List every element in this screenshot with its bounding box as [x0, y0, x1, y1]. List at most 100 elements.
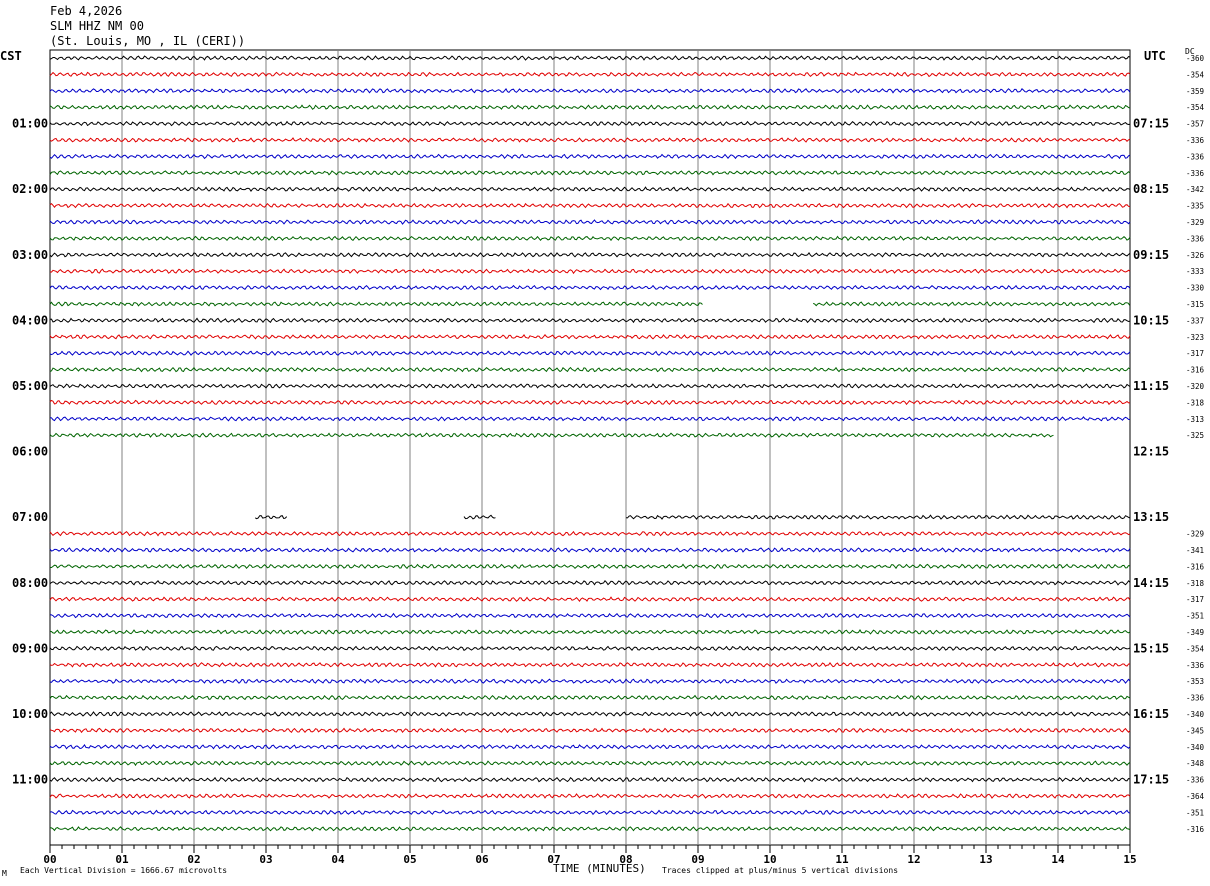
- dc-offset-label: -340: [1186, 710, 1205, 719]
- cst-hour-label: 02:00: [12, 182, 48, 196]
- dc-offset-label: -336: [1186, 136, 1205, 145]
- dc-offset-label: -353: [1186, 677, 1204, 686]
- dc-offset-label: -329: [1186, 218, 1204, 227]
- dc-offset-label: -348: [1186, 759, 1205, 768]
- seismic-trace: [49, 760, 1131, 767]
- dc-offset-label: -336: [1186, 661, 1205, 670]
- cst-hour-label: 08:00: [12, 576, 48, 590]
- utc-hour-label: 10:15: [1133, 313, 1169, 327]
- dc-offset-label: -364: [1186, 792, 1205, 801]
- seismic-trace: [49, 153, 1131, 160]
- x-tick-label: 01: [115, 853, 129, 866]
- seismic-trace: [49, 826, 1131, 832]
- seismic-trace: [49, 104, 1131, 110]
- utc-hour-label: 14:15: [1133, 576, 1169, 590]
- cst-hour-label: 07:00: [12, 510, 48, 524]
- seismic-trace: [49, 596, 1131, 603]
- seismic-trace: [49, 530, 1131, 537]
- cst-hour-label: 10:00: [12, 707, 48, 721]
- utc-hour-label: 17:15: [1133, 773, 1169, 787]
- plot-frame: [49, 49, 1131, 846]
- seismic-trace: [49, 727, 1131, 734]
- seismic-trace: [254, 514, 288, 520]
- dc-offset-label: -336: [1186, 169, 1205, 178]
- dc-offset-label: -333: [1186, 267, 1204, 276]
- dc-offset-label: -337: [1186, 316, 1204, 325]
- seismic-trace: [49, 662, 1131, 668]
- dc-offset-label: -351: [1186, 808, 1204, 817]
- dc-offset-label: -336: [1186, 152, 1205, 161]
- dc-offset-label: -351: [1186, 612, 1204, 621]
- dc-offset-label: -357: [1186, 120, 1204, 129]
- utc-hour-label: 08:15: [1133, 182, 1169, 196]
- dc-offset-label: -313: [1186, 415, 1204, 424]
- dc-offset-label: -316: [1186, 825, 1205, 834]
- seismic-trace: [49, 317, 1131, 324]
- dc-offset-label: -342: [1186, 185, 1204, 194]
- x-tick-label: 11: [835, 853, 849, 866]
- seismic-trace: [49, 268, 1131, 275]
- cst-hour-label: 01:00: [12, 117, 48, 131]
- x-axis-label: TIME (MINUTES): [553, 862, 646, 875]
- seismic-trace: [49, 809, 1131, 816]
- cst-hour-label: 09:00: [12, 641, 48, 655]
- dc-offset-label: -341: [1186, 546, 1204, 555]
- x-tick-label: 09: [691, 853, 704, 866]
- seismogram-plot: 00 01 02 03 04 05 06 07 08 09 10 11 12 13 14 15-360-354…: [12, 49, 1205, 866]
- dc-offset-label: -318: [1186, 398, 1205, 407]
- seismic-trace: [49, 350, 1131, 357]
- dc-offset-label: -325: [1186, 431, 1204, 440]
- dc-offset-label: -323: [1186, 333, 1204, 342]
- seismic-trace: [625, 514, 1131, 520]
- dc-offset-label: -335: [1186, 202, 1204, 211]
- footer-mark: M: [2, 869, 7, 878]
- dc-offset-label: -316: [1186, 562, 1205, 571]
- dc-offset-label: -354: [1186, 103, 1205, 112]
- seismic-trace: [49, 137, 1131, 143]
- seismic-trace: [49, 645, 1131, 652]
- seismic-trace: [49, 202, 1131, 209]
- seismic-trace: [49, 776, 1131, 783]
- seismic-trace: [49, 678, 1131, 684]
- x-tick-label: 03: [259, 853, 272, 866]
- seismic-trace: [49, 88, 1131, 94]
- x-tick-label: 13: [979, 853, 992, 866]
- seismic-trace: [49, 301, 703, 307]
- seismic-trace: [49, 399, 1131, 406]
- seismic-trace: [49, 366, 1131, 373]
- dc-offset-label: -326: [1186, 251, 1205, 260]
- x-tick-label: 00: [43, 853, 56, 866]
- seismic-trace: [813, 301, 1131, 307]
- seismic-trace: [49, 580, 1131, 586]
- utc-hour-label: 13:15: [1133, 510, 1169, 524]
- cst-hour-label: 05:00: [12, 379, 48, 393]
- seismic-trace: [49, 383, 1131, 389]
- seismic-trace: [49, 235, 1131, 242]
- dc-offset-label: -336: [1186, 694, 1205, 703]
- dc-offset-label: -317: [1186, 595, 1204, 604]
- seismic-trace: [49, 55, 1131, 61]
- dc-offset-label: -354: [1186, 70, 1205, 79]
- utc-hour-label: 16:15: [1133, 707, 1169, 721]
- dc-offset-label: -329: [1186, 530, 1204, 539]
- seismic-trace: [49, 547, 1131, 553]
- seismic-trace: [49, 186, 1131, 192]
- seismic-trace: [49, 629, 1131, 635]
- utc-hour-label: 07:15: [1133, 117, 1169, 131]
- dc-offset-label: -354: [1186, 644, 1205, 653]
- clipping-note: Traces clipped at plus/minus 5 vertical …: [662, 866, 899, 875]
- seismic-trace: [49, 252, 1131, 258]
- x-tick-label: 06: [475, 853, 489, 866]
- dc-offset-label: -360: [1186, 54, 1205, 63]
- dc-offset-label: -359: [1186, 87, 1204, 96]
- cst-hour-label: 06:00: [12, 445, 48, 459]
- seismic-trace: [49, 415, 1131, 422]
- cst-hour-label: 04:00: [12, 313, 48, 327]
- seismic-trace: [49, 334, 1131, 340]
- seismic-trace: [49, 120, 1131, 127]
- cst-hour-label: 11:00: [12, 773, 48, 787]
- seismic-trace: [49, 169, 1131, 176]
- seismic-trace: [49, 744, 1131, 750]
- x-tick-label: 10: [763, 853, 776, 866]
- seismic-trace: [49, 694, 1131, 701]
